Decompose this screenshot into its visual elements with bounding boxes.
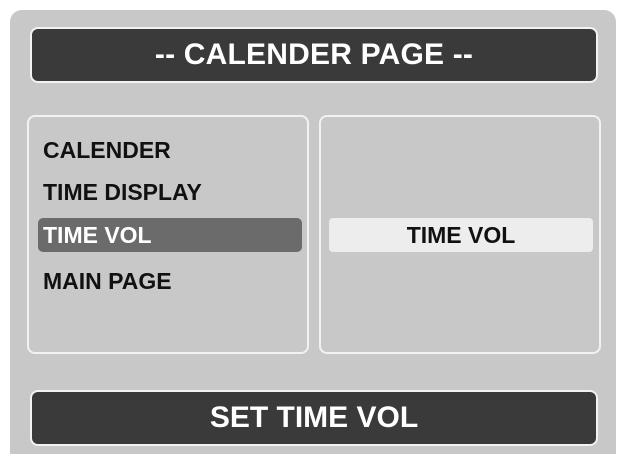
menu-item-time-vol[interactable]: TIME VOL bbox=[38, 218, 302, 252]
selected-value-text: TIME VOL bbox=[406, 221, 516, 248]
page-title: -- CALENDER PAGE -- bbox=[30, 27, 598, 83]
set-time-vol-button[interactable]: SET TIME VOL bbox=[30, 390, 598, 446]
menu-item-label: CALENDER bbox=[43, 136, 171, 163]
menu-list: CALENDER TIME DISPLAY TIME VOL MAIN PAGE bbox=[27, 115, 309, 354]
detail-panel: TIME VOL bbox=[319, 115, 601, 354]
menu-item-label: TIME VOL bbox=[43, 221, 152, 248]
menu-item-label: TIME DISPLAY bbox=[43, 178, 202, 205]
action-label: SET TIME VOL bbox=[209, 401, 419, 434]
menu-item-label: MAIN PAGE bbox=[43, 267, 172, 294]
selected-value-field[interactable]: TIME VOL bbox=[329, 218, 593, 252]
menu-item-main-page[interactable]: MAIN PAGE bbox=[38, 264, 302, 298]
menu-item-time-display[interactable]: TIME DISPLAY bbox=[38, 175, 302, 209]
page-title-text: -- CALENDER PAGE -- bbox=[154, 38, 474, 71]
menu-item-calender[interactable]: CALENDER bbox=[38, 133, 302, 167]
